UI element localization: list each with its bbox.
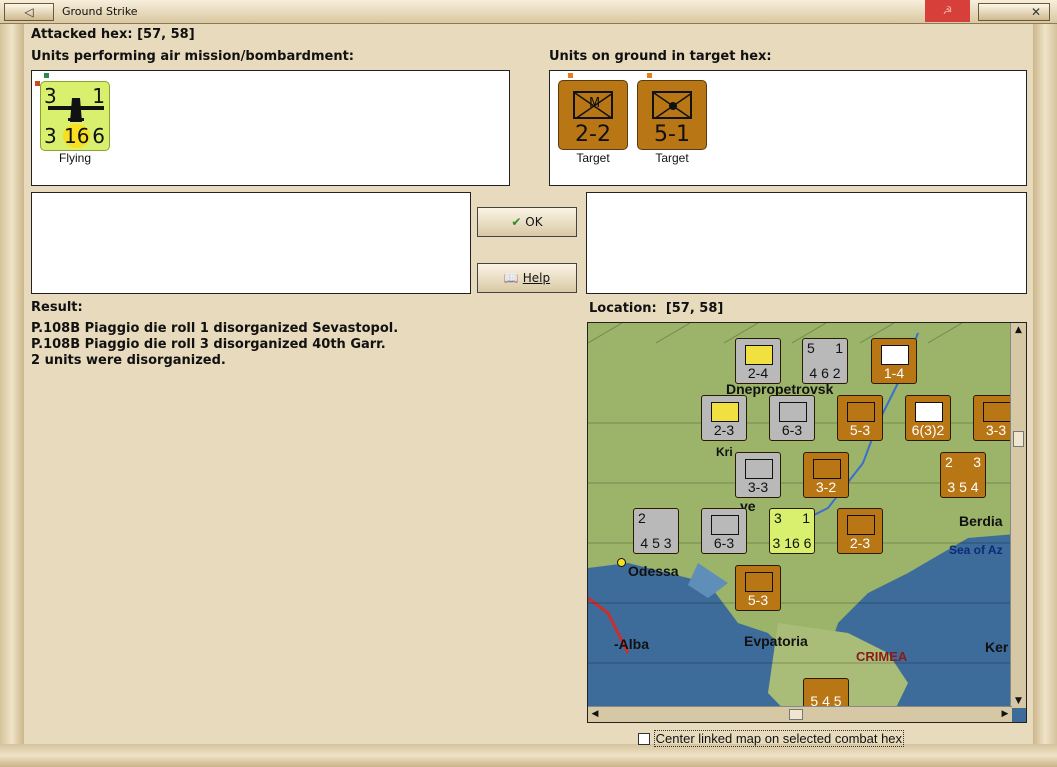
ok-label: OK xyxy=(525,215,543,229)
garrison-infantry-icon xyxy=(652,91,693,120)
scroll-down-arrow[interactable]: ▼ xyxy=(1011,694,1026,708)
status-marker xyxy=(44,73,49,78)
result-line: P.108B Piaggio die roll 3 disorganized 4… xyxy=(31,337,386,352)
help-button[interactable]: 📖 Help xyxy=(477,263,577,293)
mini-map[interactable]: Dnepropetrovsk Kri Berdia Sea of Az Odes… xyxy=(587,322,1027,723)
air-units-panel: 3 1 3 16 6 Flying xyxy=(31,70,510,186)
scroll-right-arrow[interactable]: ▶ xyxy=(998,707,1012,722)
help-label: Help xyxy=(522,271,551,285)
map-counter[interactable]: 514 6 2 xyxy=(802,338,848,384)
window-frame-right xyxy=(1033,24,1057,744)
center-map-checkbox-label: Center linked map on selected combat hex xyxy=(653,730,905,748)
title-bar: ◁ Ground Strike ☭ ✕ xyxy=(0,0,1057,24)
map-counter[interactable]: 6(3)2 xyxy=(905,395,951,441)
place-label: -Alba xyxy=(614,636,649,652)
attacked-hex-label: Attacked hex: [57, 58] xyxy=(31,27,195,42)
ground-details-panel xyxy=(586,192,1027,294)
place-label: Kri xyxy=(716,445,733,459)
region-label: CRIMEA xyxy=(856,649,908,664)
scroll-thumb[interactable] xyxy=(789,709,803,720)
air-units-label: Units performing air mission/bombardment… xyxy=(31,49,355,64)
map-counter[interactable]: 3-3 xyxy=(735,452,781,498)
map-horizontal-scrollbar[interactable]: ◀ ▶ xyxy=(588,706,1012,722)
flag-button[interactable]: ☭ xyxy=(925,0,970,22)
place-label: Evpatoria xyxy=(744,633,808,649)
motorized-infantry-icon: M xyxy=(573,91,614,120)
ground-strike-dialog: Attacked hex: [57, 58] Units performing … xyxy=(24,24,1033,748)
place-label: Odessa xyxy=(628,563,679,579)
air-details-panel xyxy=(31,192,471,294)
map-counter[interactable]: 5-3 xyxy=(735,565,781,611)
ground-unit-counter[interactable]: M 2-2 xyxy=(558,80,628,150)
window-title: Ground Strike xyxy=(62,5,138,18)
location-value: [57, 58] xyxy=(665,301,724,316)
map-counter[interactable]: 24 5 3 xyxy=(633,508,679,554)
close-button[interactable]: ✕ xyxy=(978,3,1050,21)
center-map-checkbox[interactable] xyxy=(638,732,650,745)
map-counter[interactable]: 3-2 xyxy=(803,452,849,498)
result-line: P.108B Piaggio die roll 1 disorganized S… xyxy=(31,321,399,336)
center-map-checkbox-row[interactable]: Center linked map on selected combat hex xyxy=(638,730,905,748)
attacked-hex-value: [57, 58] xyxy=(137,27,195,42)
ground-unit-caption: Target xyxy=(655,151,689,165)
air-unit-counter[interactable]: 3 1 3 16 6 xyxy=(40,81,110,151)
ground-unit-caption: Target xyxy=(576,151,610,165)
location-label: Location: [57, 58] xyxy=(589,301,724,316)
window-frame-left xyxy=(0,24,24,744)
map-counter[interactable]: 5-3 xyxy=(837,395,883,441)
book-icon: 📖 xyxy=(503,271,519,285)
air-unit-caption: Flying xyxy=(58,151,91,165)
map-counter[interactable]: 2-3 xyxy=(701,395,747,441)
ground-unit-counter[interactable]: 5-1 xyxy=(637,80,707,150)
bomber-icon xyxy=(48,98,104,122)
ground-units-label: Units on ground in target hex: xyxy=(549,49,772,64)
map-counter[interactable]: 1-4 xyxy=(871,338,917,384)
result-line: 2 units were disorganized. xyxy=(31,353,226,368)
status-marker xyxy=(647,73,652,78)
scroll-up-arrow[interactable]: ▲ xyxy=(1011,323,1026,337)
system-menu-button[interactable]: ◁ xyxy=(4,3,54,21)
window-frame-bottom xyxy=(0,744,1057,767)
result-label: Result: xyxy=(31,300,83,315)
map-vertical-scrollbar[interactable]: ▲ ▼ xyxy=(1010,323,1026,708)
map-counter[interactable]: 313 16 6 xyxy=(769,508,815,554)
scroll-left-arrow[interactable]: ◀ xyxy=(588,707,602,722)
place-label: Berdia xyxy=(959,513,1003,529)
unit-strength: 2-2 xyxy=(575,122,611,147)
place-label: Sea of Az xyxy=(949,543,1003,557)
map-counter[interactable]: 6-3 xyxy=(769,395,815,441)
result-log: P.108B Piaggio die roll 1 disorganized S… xyxy=(31,321,571,369)
map-counter[interactable]: 6-3 xyxy=(701,508,747,554)
ok-button[interactable]: ✔ OK xyxy=(477,207,577,237)
unit-bottom-left: 3 xyxy=(44,124,57,148)
unit-bottom-right: 6 xyxy=(92,124,105,148)
unit-bottom-center: 16 xyxy=(63,124,91,148)
city-icon xyxy=(617,558,626,567)
map-counter[interactable]: 2-3 xyxy=(837,508,883,554)
check-icon: ✔ xyxy=(511,215,522,229)
map-counter[interactable]: 2-4 xyxy=(735,338,781,384)
place-label: Ker xyxy=(985,639,1009,655)
map-counter[interactable]: 233 5 4 xyxy=(940,452,986,498)
status-marker xyxy=(568,73,573,78)
scroll-thumb[interactable] xyxy=(1013,431,1024,447)
ground-units-panel: M 2-2 Target 5-1 Target xyxy=(549,70,1027,186)
unit-strength: 5-1 xyxy=(654,122,690,147)
